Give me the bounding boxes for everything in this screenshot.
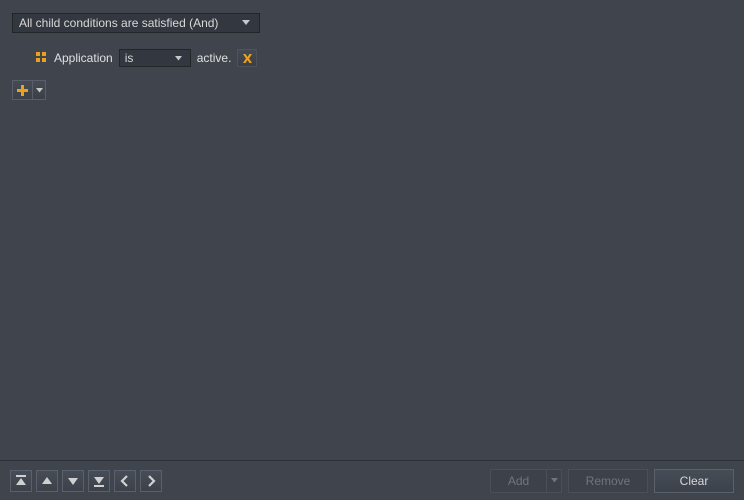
chevron-down-icon xyxy=(173,56,185,61)
remove-button-label: Remove xyxy=(586,474,631,488)
chevron-right-icon xyxy=(145,475,157,487)
root-condition-label: All child conditions are satisfied (And) xyxy=(19,16,239,30)
drag-handle-icon[interactable] xyxy=(36,52,48,64)
move-down-icon xyxy=(67,475,79,487)
condition-operator-select[interactable]: is xyxy=(119,49,191,67)
remove-button: Remove xyxy=(568,469,648,493)
add-condition-split-button xyxy=(12,80,46,100)
remove-x-icon xyxy=(242,53,253,64)
move-to-bottom-icon xyxy=(93,475,105,487)
add-condition-dropdown-button[interactable] xyxy=(32,80,46,100)
add-button-label: Add xyxy=(508,474,529,488)
chevron-down-icon xyxy=(239,20,253,26)
move-up-button[interactable] xyxy=(36,470,58,492)
add-button: Add xyxy=(490,469,546,493)
condition-row: Application is active. xyxy=(36,48,257,68)
chevron-down-icon xyxy=(36,88,43,93)
delete-condition-button[interactable] xyxy=(237,49,257,67)
clear-button-label: Clear xyxy=(680,474,709,488)
add-dropdown-button xyxy=(546,469,562,493)
move-left-button[interactable] xyxy=(114,470,136,492)
plus-icon xyxy=(17,85,28,96)
condition-suffix-label: active. xyxy=(195,51,234,65)
chevron-left-icon xyxy=(119,475,131,487)
condition-operator-value: is xyxy=(125,51,173,65)
move-to-bottom-button[interactable] xyxy=(88,470,110,492)
root-condition-select[interactable]: All child conditions are satisfied (And) xyxy=(12,13,260,33)
clear-button[interactable]: Clear xyxy=(654,469,734,493)
move-right-button[interactable] xyxy=(140,470,162,492)
bottom-toolbar: Add Remove Clear xyxy=(0,460,744,500)
move-down-button[interactable] xyxy=(62,470,84,492)
move-to-top-icon xyxy=(15,475,27,487)
add-split-button: Add xyxy=(490,469,562,493)
move-to-top-button[interactable] xyxy=(10,470,32,492)
condition-field-label: Application xyxy=(52,51,115,65)
move-up-icon xyxy=(41,475,53,487)
chevron-down-icon xyxy=(551,478,558,483)
add-condition-button[interactable] xyxy=(12,80,32,100)
